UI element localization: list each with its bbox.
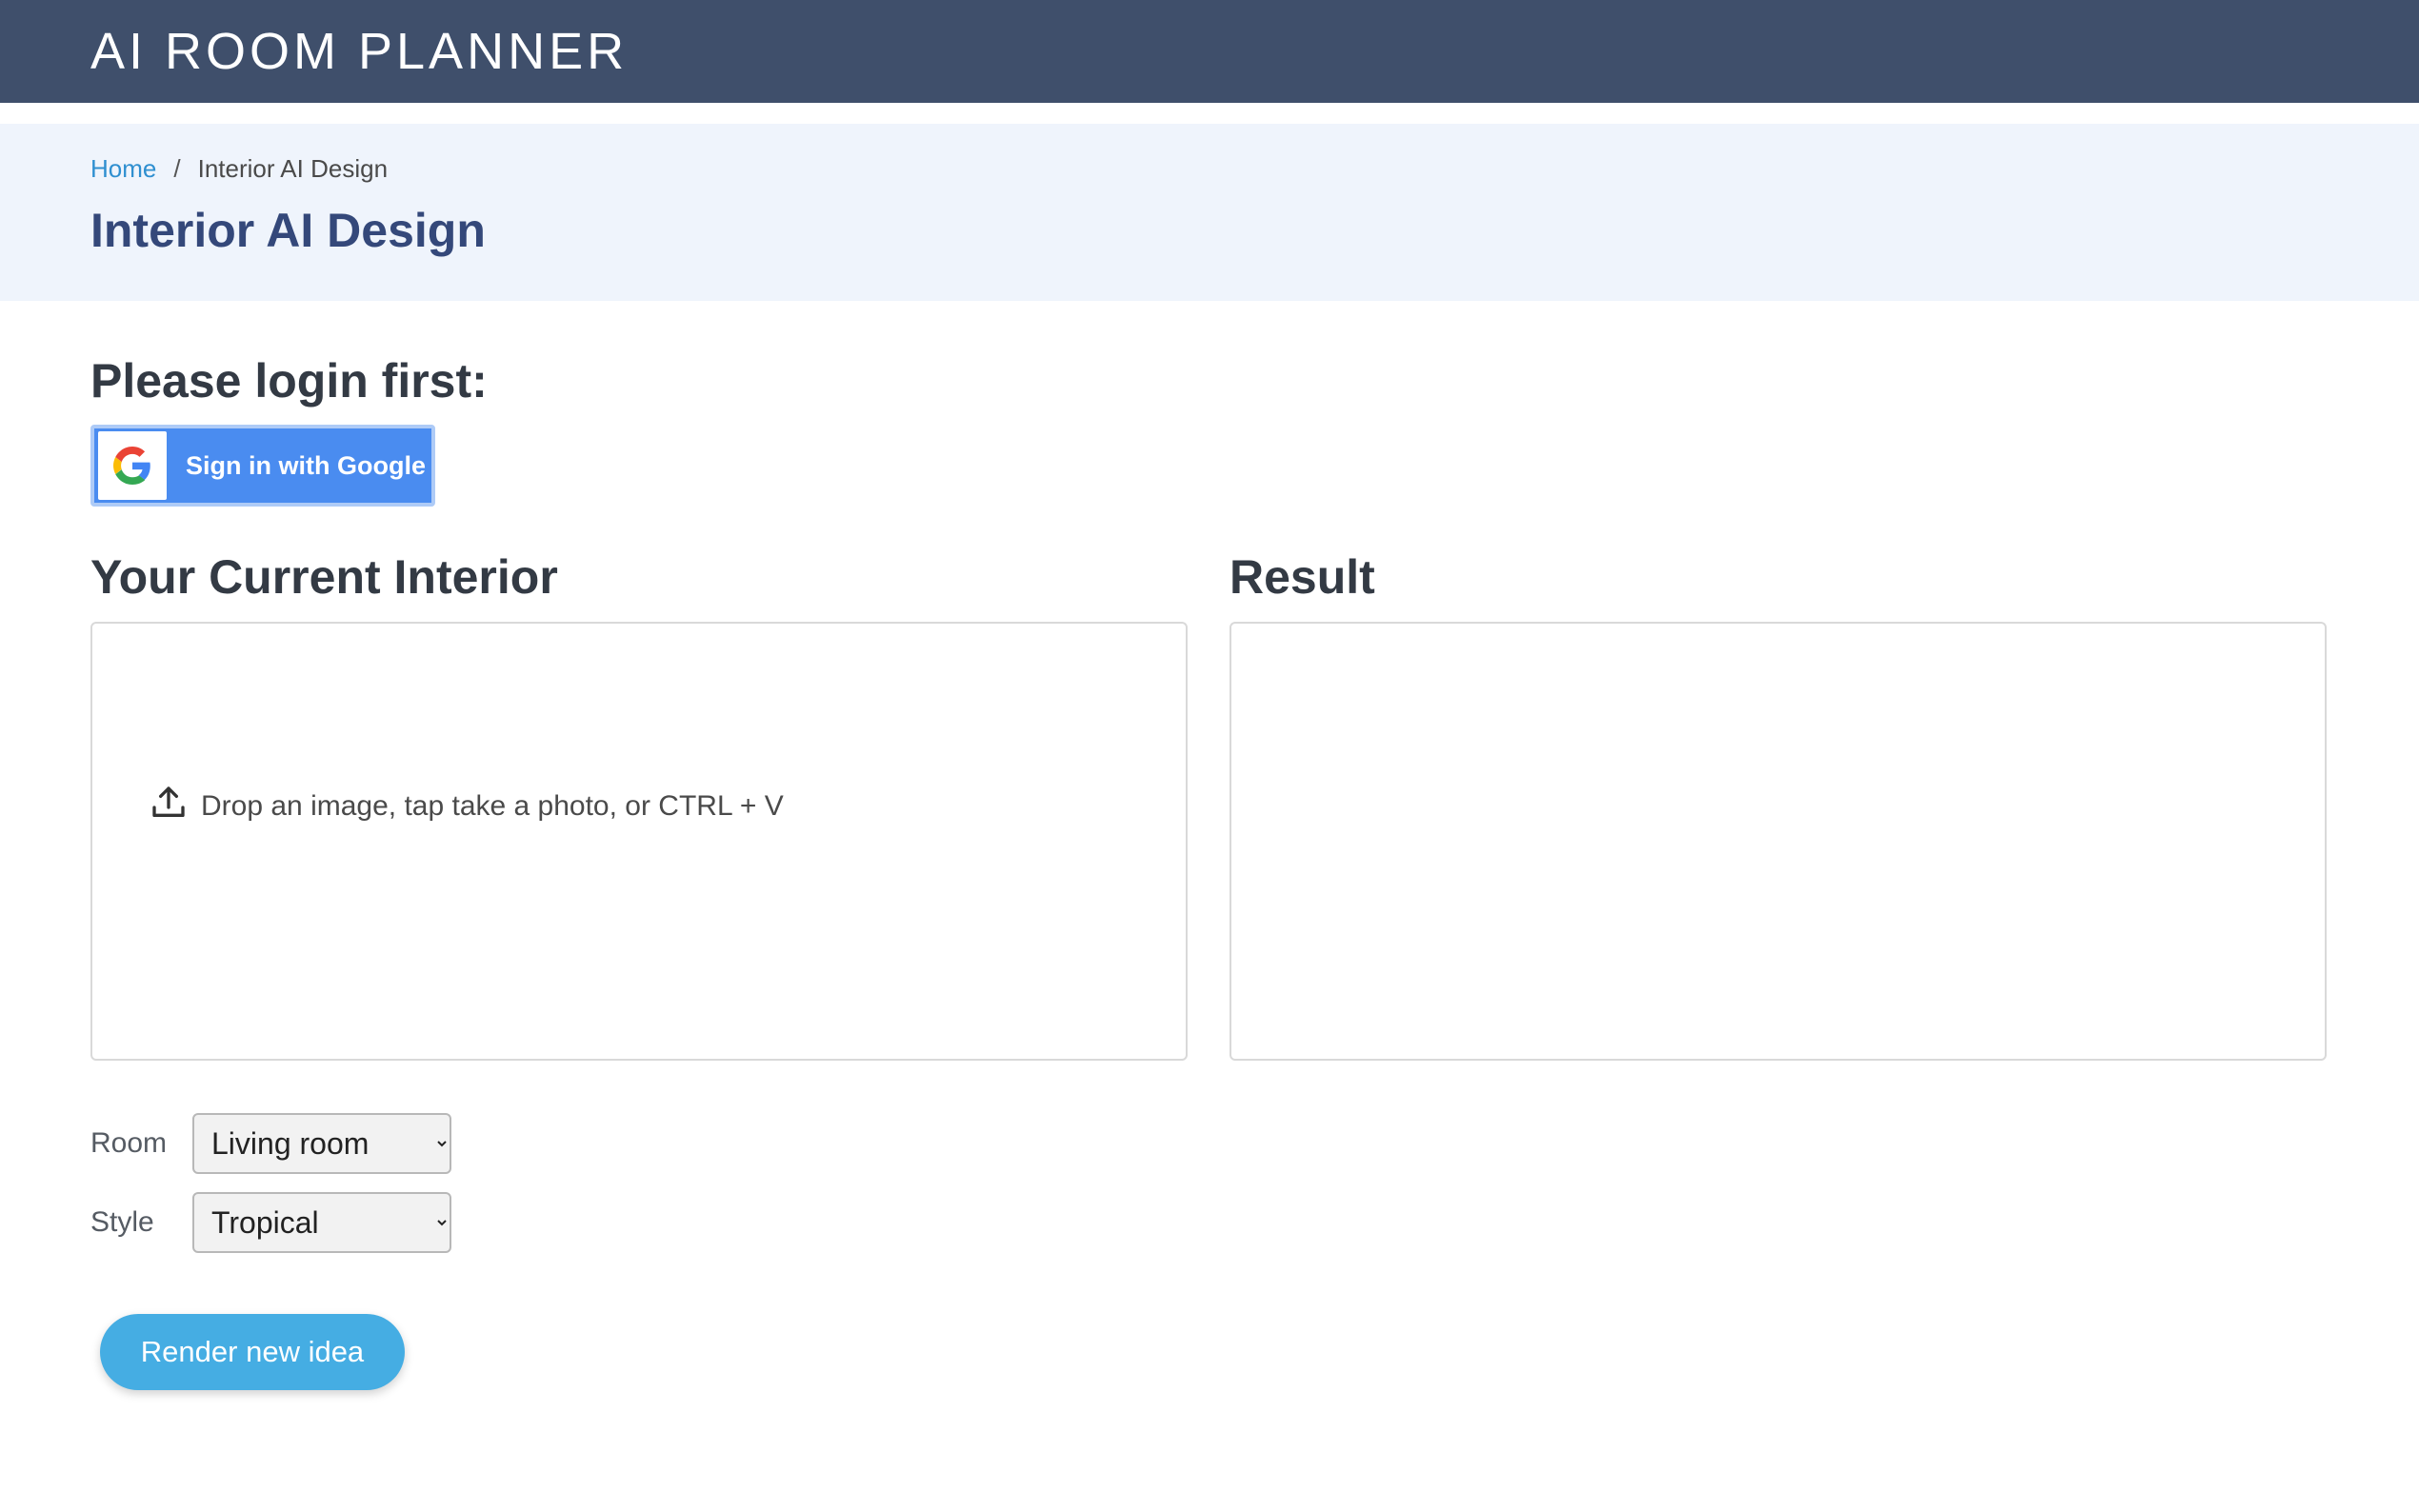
top-navbar: AI ROOM PLANNER [0, 0, 2419, 103]
current-interior-title: Your Current Interior [90, 550, 558, 604]
result-panel [1229, 622, 2327, 1061]
result-title: Result [1229, 550, 1375, 604]
google-sign-in-label: Sign in with Google [186, 450, 426, 480]
upload-icon [150, 784, 188, 829]
google-icon [98, 431, 167, 500]
brand-logo-text[interactable]: AI ROOM PLANNER [90, 19, 628, 84]
room-label: Room [90, 1127, 168, 1159]
style-label: Style [90, 1206, 154, 1238]
render-new-idea-button[interactable]: Render new idea [100, 1314, 405, 1390]
dropzone-hint-text: Drop an image, tap take a photo, or CTRL… [201, 790, 784, 822]
style-select[interactable]: Tropical [192, 1192, 451, 1253]
google-sign-in-button[interactable]: Sign in with Google [90, 425, 435, 507]
room-select[interactable]: Living room [192, 1113, 451, 1174]
login-heading: Please login first: [90, 354, 488, 408]
breadcrumb-separator: / [173, 154, 181, 183]
image-dropzone[interactable]: Drop an image, tap take a photo, or CTRL… [90, 622, 1188, 1061]
breadcrumb-current: Interior AI Design [197, 154, 389, 183]
page-title: Interior AI Design [90, 204, 486, 257]
dropzone-hint: Drop an image, tap take a photo, or CTRL… [150, 784, 784, 829]
breadcrumb-home-link[interactable]: Home [90, 152, 156, 185]
breadcrumb: Home / Interior AI Design [90, 152, 388, 185]
